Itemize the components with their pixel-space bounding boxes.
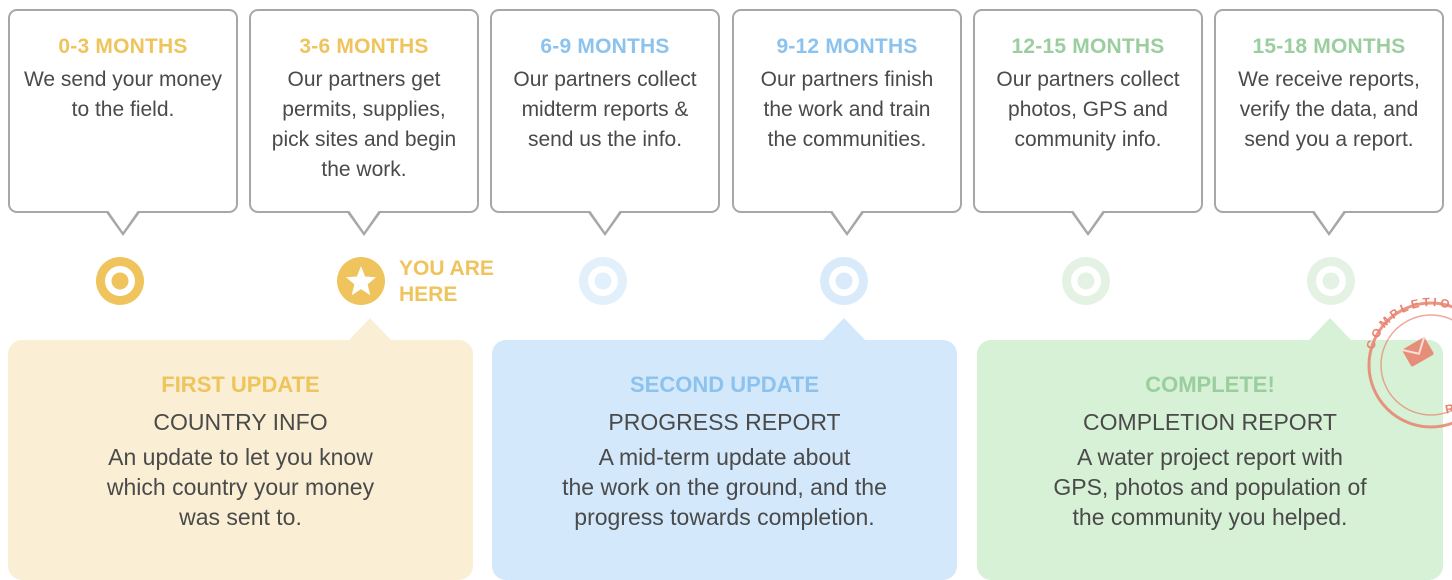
update-title: SECOND UPDATE: [629, 372, 820, 397]
period-label: 0-3 MONTHS: [58, 35, 188, 58]
update-subtitle: COUNTRY INFO: [153, 409, 328, 435]
update-description-line: An update to let you know: [108, 444, 373, 470]
period-description: We send your money to the field.: [23, 68, 223, 121]
update-description: A mid-term update about the work on the …: [492, 442, 957, 532]
timeline-card-9-12: 9-12 MONTHS Our partners finish the work…: [732, 9, 962, 236]
first-update-panel: FIRST UPDATE COUNTRY INFO An update to l…: [8, 318, 473, 580]
panel-pointer: [822, 318, 866, 341]
period-description: Our partners collect midterm reports & s…: [513, 68, 697, 151]
update-description-line: A water project report with: [1077, 444, 1343, 470]
update-title: FIRST UPDATE: [161, 372, 320, 397]
svg-text:COMPLETION: COMPLETION: [1363, 295, 1452, 351]
stamp-icon: COMPLETION REPORT: [1360, 290, 1452, 429]
target-icon: [820, 257, 868, 305]
update-description-line: was sent to.: [179, 504, 302, 530]
update-description: An update to let you know which country …: [8, 442, 473, 532]
target-icon: [1062, 257, 1110, 305]
star-icon: [337, 257, 385, 305]
timeline-card-12-15: 12-15 MONTHS Our partners collect photos…: [973, 9, 1203, 236]
card-pointer: [1311, 209, 1347, 236]
update-description: A water project report with GPS, photos …: [977, 442, 1443, 532]
target-icon: [579, 257, 627, 305]
timeline-card-15-18: 15-18 MONTHS We receive reports, verify …: [1214, 9, 1444, 236]
timeline-card-3-6: 3-6 MONTHS Our partners get permits, sup…: [249, 9, 479, 236]
update-subtitle: PROGRESS REPORT: [608, 409, 841, 435]
panel-pointer: [1308, 318, 1352, 341]
period-label: 3-6 MONTHS: [299, 35, 429, 58]
period-label: 6-9 MONTHS: [540, 35, 670, 58]
period-label: 9-12 MONTHS: [776, 35, 918, 58]
panel-pointer: [348, 318, 392, 341]
you-are-here-line2: HERE: [399, 283, 458, 306]
update-description-line: GPS, photos and population of: [1053, 474, 1367, 500]
period-description: Our partners collect photos, GPS and com…: [996, 68, 1180, 151]
update-description-line: progress towards completion.: [574, 504, 875, 530]
period-description: Our partners get permits, supplies, pick…: [271, 68, 457, 181]
second-update-panel: SECOND UPDATE PROGRESS REPORT A mid-term…: [492, 318, 957, 580]
update-description-line: A mid-term update about: [598, 444, 851, 470]
card-pointer: [105, 209, 141, 236]
card-pointer: [346, 209, 382, 236]
you-are-here-line1: YOU ARE: [399, 257, 494, 280]
card-pointer: [1070, 209, 1106, 236]
update-description-line: the work on the ground, and the: [562, 474, 887, 500]
target-icon: [96, 257, 144, 305]
card-pointer: [829, 209, 865, 236]
period-label: 15-18 MONTHS: [1252, 35, 1406, 58]
timeline-card-0-3: 0-3 MONTHS We send your money to the fie…: [8, 9, 238, 236]
target-icon: [1307, 257, 1355, 305]
update-description-line: the community you helped.: [1072, 504, 1348, 530]
you-are-here-label: YOU ARE HERE: [399, 256, 494, 308]
period-description: Our partners finish the work and train t…: [760, 68, 934, 151]
update-description-line: which country your money: [106, 474, 375, 500]
period-label: 12-15 MONTHS: [1011, 35, 1165, 58]
timeline-card-6-9: 6-9 MONTHS Our partners collect midterm …: [490, 9, 720, 236]
card-pointer: [587, 209, 623, 236]
period-description: We receive reports, verify the data, and…: [1238, 68, 1420, 151]
